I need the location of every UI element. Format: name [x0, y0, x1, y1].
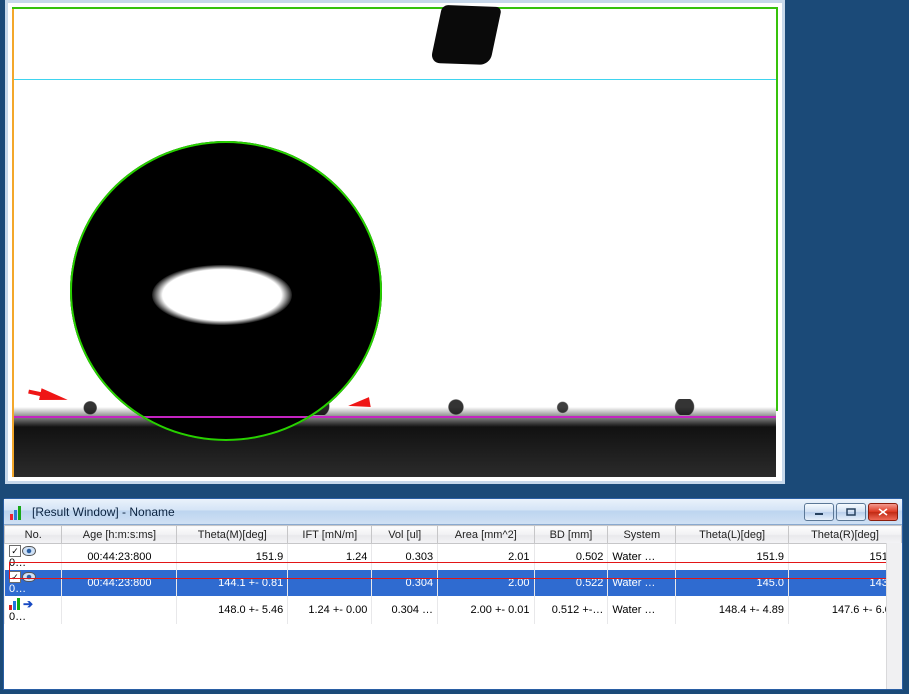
col-vol[interactable]: Vol [ul]: [372, 526, 438, 544]
cell-thetaR[interactable]: 147.6 +- 6.04: [789, 596, 902, 624]
cell-ift[interactable]: 1.24 +- 0.00: [288, 596, 372, 624]
row-checkbox[interactable]: ✓: [9, 571, 21, 583]
close-button[interactable]: [868, 503, 898, 521]
row-no-cell[interactable]: ✓0…: [5, 544, 62, 571]
header-row[interactable]: No. Age [h:m:s:ms] Theta(M)[deg] IFT [mN…: [5, 526, 902, 544]
cell-area[interactable]: 2.00 +- 0.01: [438, 596, 534, 624]
cell-age[interactable]: 00:44:23:800: [62, 544, 177, 571]
table-row[interactable]: ➔0… 148.0 +- 5.461.24 +- 0.000.304 …2.00 …: [5, 596, 902, 624]
stats-arrow-icon: ➔: [23, 597, 33, 611]
cell-thetaL[interactable]: 145.0: [676, 570, 789, 596]
row-no-cell[interactable]: ✓0…: [5, 570, 62, 596]
cell-age[interactable]: [62, 596, 177, 624]
minimize-icon: [814, 508, 824, 516]
stats-icon: [9, 598, 23, 610]
col-thetaM[interactable]: Theta(M)[deg]: [177, 526, 288, 544]
maximize-button[interactable]: [836, 503, 866, 521]
cell-bd[interactable]: 0.502: [534, 544, 608, 571]
substrate-surface: [14, 399, 776, 477]
eye-icon[interactable]: [22, 546, 36, 556]
cell-thetaM[interactable]: 148.0 +- 5.46: [177, 596, 288, 624]
row-no: 0…: [9, 611, 26, 623]
close-icon: [878, 508, 888, 516]
cell-thetaL[interactable]: 151.9: [676, 544, 789, 571]
threshold-line: [14, 79, 776, 80]
cell-thetaM[interactable]: 151.9: [177, 544, 288, 571]
cell-ift[interactable]: 1.24: [288, 544, 372, 571]
cell-system[interactable]: Water …: [608, 596, 676, 624]
fit-circle-overlay: [70, 141, 382, 441]
cell-area[interactable]: 2.00: [438, 570, 534, 596]
row-no: 0…: [9, 557, 26, 569]
image-panel: [5, 0, 785, 484]
table-row[interactable]: ✓0…00:44:23:800151.91.240.3032.010.502Wa…: [5, 544, 902, 571]
cell-thetaR[interactable]: 151.9: [789, 544, 902, 571]
col-ift[interactable]: IFT [mN/m]: [288, 526, 372, 544]
col-no[interactable]: No.: [5, 526, 62, 544]
minimize-button[interactable]: [804, 503, 834, 521]
app-icon: [10, 504, 26, 520]
col-thetaR[interactable]: Theta(R)[deg]: [789, 526, 902, 544]
maximize-icon: [846, 508, 856, 516]
results-grid[interactable]: No. Age [h:m:s:ms] Theta(M)[deg] IFT [mN…: [4, 525, 902, 689]
results-table[interactable]: No. Age [h:m:s:ms] Theta(M)[deg] IFT [mN…: [4, 525, 902, 624]
cell-thetaM[interactable]: 144.1 +- 0.81: [177, 570, 288, 596]
eye-icon[interactable]: [22, 572, 36, 582]
window-controls: [804, 503, 898, 521]
result-window: [Result Window] - Noname: [3, 498, 903, 690]
needle-tip: [430, 5, 502, 65]
cell-system[interactable]: Water …: [608, 570, 676, 596]
window-title: [Result Window] - Noname: [32, 505, 175, 519]
cell-vol[interactable]: 0.304: [372, 570, 438, 596]
cell-ift[interactable]: [288, 570, 372, 596]
cell-thetaL[interactable]: 148.4 +- 4.89: [676, 596, 789, 624]
col-system[interactable]: System: [608, 526, 676, 544]
cell-bd[interactable]: 0.512 +-…: [534, 596, 608, 624]
cell-bd[interactable]: 0.522: [534, 570, 608, 596]
cell-vol[interactable]: 0.304 …: [372, 596, 438, 624]
row-checkbox[interactable]: ✓: [9, 545, 21, 557]
cell-age[interactable]: 00:44:23:800: [62, 570, 177, 596]
col-area[interactable]: Area [mm^2]: [438, 526, 534, 544]
row-no: 0…: [9, 583, 26, 595]
cell-thetaR[interactable]: 143.3: [789, 570, 902, 596]
cell-system[interactable]: Water …: [608, 544, 676, 571]
baseline-overlay[interactable]: [14, 416, 776, 418]
titlebar[interactable]: [Result Window] - Noname: [4, 499, 902, 525]
vertical-scrollbar[interactable]: [886, 543, 902, 689]
col-thetaL[interactable]: Theta(L)[deg]: [676, 526, 789, 544]
col-bd[interactable]: BD [mm]: [534, 526, 608, 544]
table-row[interactable]: ✓0…00:44:23:800144.1 +- 0.810.3042.000.5…: [5, 570, 902, 596]
cell-area[interactable]: 2.01: [438, 544, 534, 571]
row-no-cell[interactable]: ➔0…: [5, 596, 62, 624]
cell-vol[interactable]: 0.303: [372, 544, 438, 571]
col-age[interactable]: Age [h:m:s:ms]: [62, 526, 177, 544]
image-canvas[interactable]: [12, 7, 778, 477]
